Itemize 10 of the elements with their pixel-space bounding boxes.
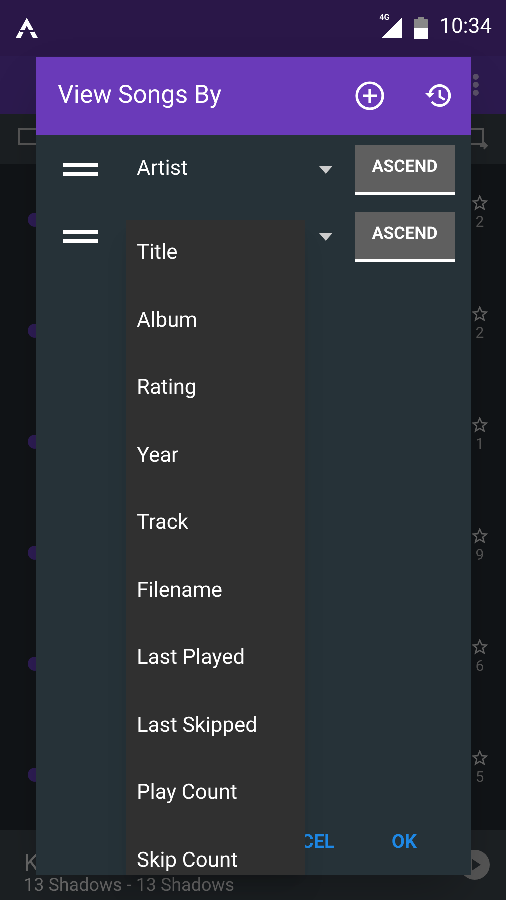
play-count: 5 [476,767,484,788]
network-type: 4G [380,12,390,24]
clock-time: 10:34 [440,14,492,42]
play-count: 9 [476,545,484,566]
play-count: 2 [476,212,484,234]
dialog-title: View Songs By [58,80,223,112]
play-count: 6 [476,656,484,678]
play-count: 2 [476,323,484,344]
play-count: 1 [476,434,484,456]
song-subtitle: 13 Shadows - 13 Shadows [24,876,235,896]
